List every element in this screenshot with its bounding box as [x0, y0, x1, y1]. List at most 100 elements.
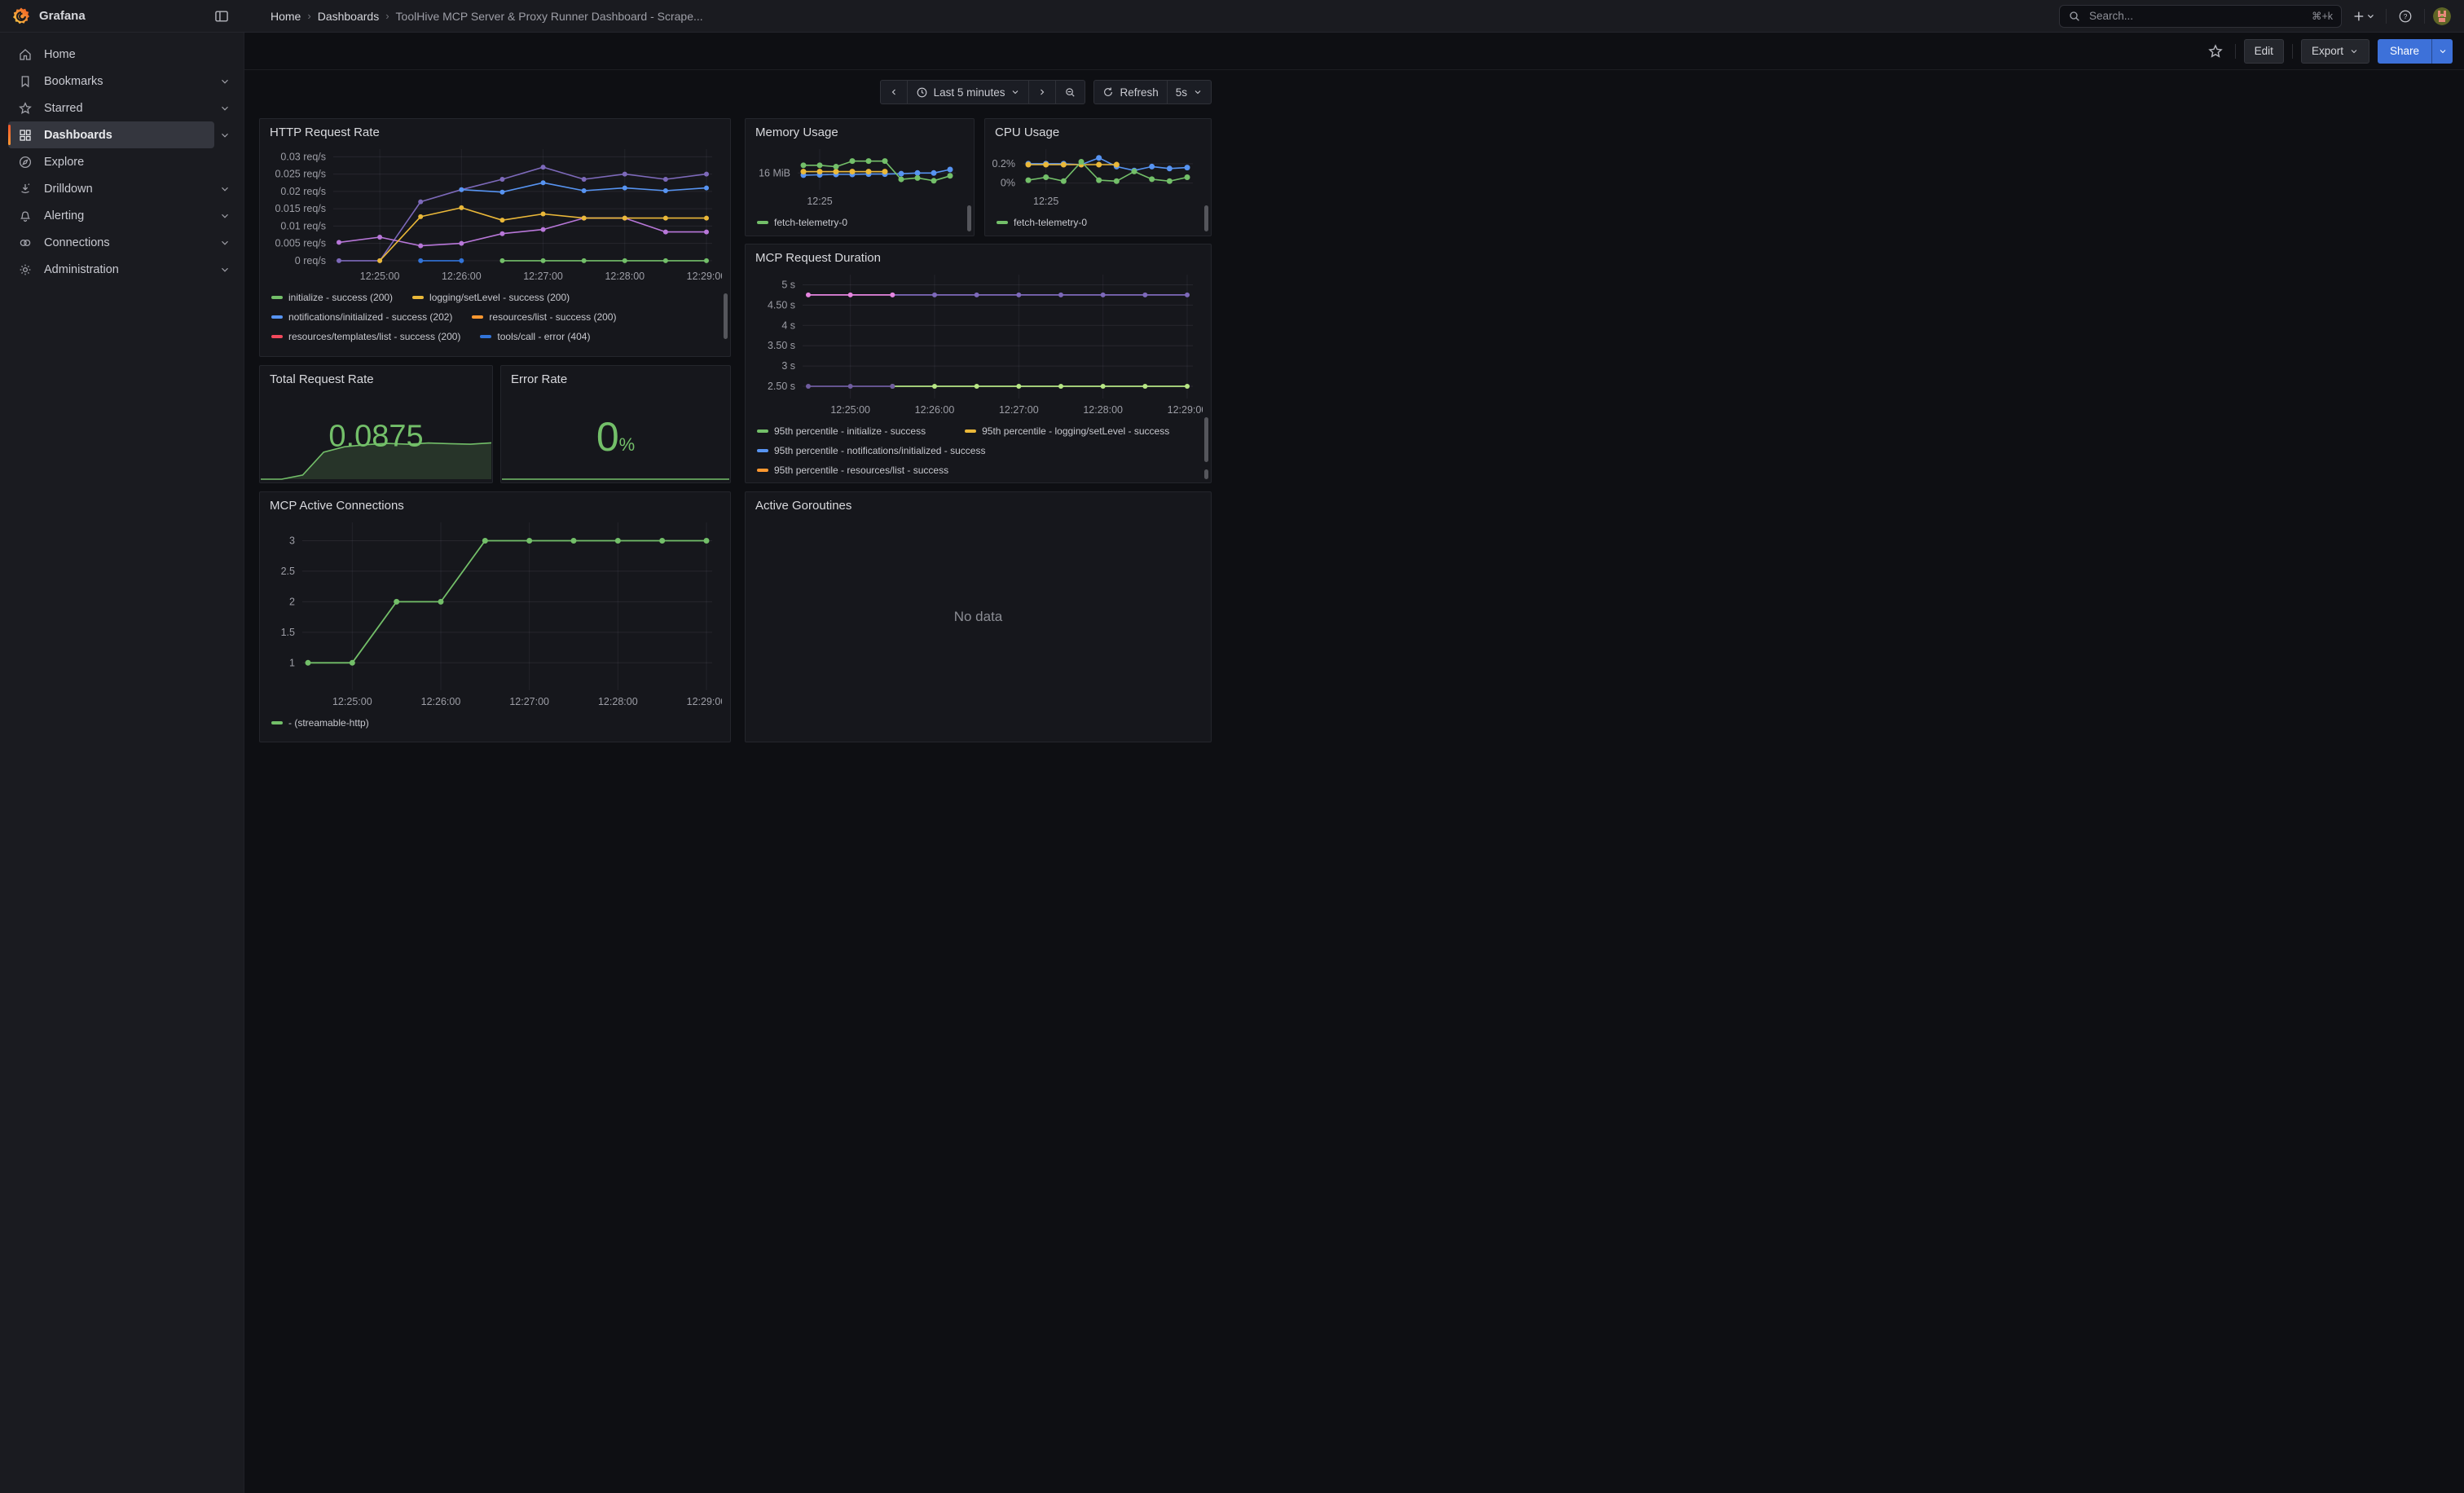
chart-legend: - (streamable-http)	[260, 710, 730, 731]
time-forward-button[interactable]	[1028, 80, 1056, 104]
sidebar-item-bookmarks[interactable]: Bookmarks	[8, 68, 214, 95]
chevron-down-icon	[1010, 87, 1020, 97]
sidebar-item-label: Explore	[44, 156, 84, 169]
x-axis-tick-label: 12:25:00	[830, 404, 870, 416]
chevron-down-icon[interactable]	[214, 237, 235, 249]
sidebar-item-dashboards[interactable]: Dashboards	[8, 121, 214, 148]
legend-item[interactable]: initialize - success (200)	[271, 292, 393, 303]
chevron-down-icon[interactable]	[214, 210, 235, 222]
legend-swatch	[757, 221, 768, 224]
time-range-picker[interactable]: Last 5 minutes	[907, 80, 1030, 104]
panel-title[interactable]: HTTP Request Rate	[260, 119, 730, 139]
sidebar-item-label: Alerting	[44, 209, 84, 222]
panel-title[interactable]: Error Rate	[501, 366, 730, 386]
legend-swatch	[271, 315, 283, 319]
chevron-down-icon[interactable]	[214, 264, 235, 275]
legend-swatch	[480, 335, 491, 338]
refresh-icon	[1102, 86, 1114, 98]
breadcrumb-home[interactable]: Home	[271, 10, 301, 23]
x-axis-tick-label: 12:26:00	[442, 271, 482, 282]
legend-item[interactable]: 95th percentile - initialize - success	[757, 425, 926, 437]
y-axis-tick-label: 3	[289, 535, 295, 546]
legend-item[interactable]: tools/call - error (404)	[480, 331, 590, 342]
refresh-button[interactable]: Refresh	[1093, 80, 1167, 104]
panel-title[interactable]: CPU Usage	[985, 119, 1211, 139]
star-icon	[18, 101, 33, 116]
sidebar-item-explore[interactable]: Explore	[8, 148, 214, 175]
chart-plot[interactable]: 0 req/s0.005 req/s0.01 req/s0.015 req/s0…	[265, 141, 722, 284]
panel-title[interactable]: MCP Active Connections	[260, 492, 730, 513]
collapse-sidebar-icon[interactable]	[210, 5, 233, 28]
breadcrumb-dashboards[interactable]: Dashboards	[318, 10, 380, 23]
legend-label: 95th percentile - logging/setLevel - suc…	[982, 425, 1169, 437]
sidebar-item-drilldown[interactable]: Drilldown	[8, 175, 214, 202]
y-axis-tick-label: 5 s	[781, 279, 795, 290]
chevron-down-icon	[2349, 46, 2359, 56]
stat-value: 0.0875	[260, 420, 492, 455]
legend-item[interactable]: - (streamable-http)	[271, 717, 369, 729]
legend-item[interactable]: 95th percentile - notifications/initiali…	[757, 445, 985, 456]
chart-legend: fetch-telemetry-0	[746, 209, 974, 231]
connections-icon	[18, 236, 33, 250]
legend-item[interactable]: resources/templates/list - success (200)	[271, 331, 460, 342]
sidebar-item-alerting[interactable]: Alerting	[8, 202, 214, 229]
dashboard-toolbar: Edit Export Share	[244, 33, 2464, 70]
scrollbar-thumb[interactable]	[1204, 205, 1208, 231]
chart-plot[interactable]: 0.2%0%12:25	[990, 141, 1203, 209]
chart-plot[interactable]: 2.50 s3 s3.50 s4 s4.50 s5 s12:25:0012:26…	[750, 266, 1203, 418]
chart-plot[interactable]: 11.522.5312:25:0012:26:0012:27:0012:28:0…	[265, 514, 722, 710]
top-bar: Grafana Home › Dashboards › ToolHive MCP…	[0, 0, 2464, 33]
panel-error-rate: Error Rate 0%	[500, 365, 731, 483]
search-input[interactable]	[2088, 9, 2305, 23]
scrollbar-thumb[interactable]	[724, 293, 728, 339]
favorite-star-icon[interactable]	[2204, 40, 2227, 63]
legend-item[interactable]: logging/setLevel - success (200)	[412, 292, 570, 303]
panel-title[interactable]: Total Request Rate	[260, 366, 492, 386]
legend-item[interactable]: 95th percentile - resources/list - succe…	[757, 465, 948, 476]
bookmark-icon	[18, 74, 33, 89]
sidebar-item-administration[interactable]: Administration	[8, 256, 214, 283]
share-options-caret[interactable]	[2431, 39, 2453, 64]
legend-item[interactable]: fetch-telemetry-0	[757, 217, 847, 228]
export-button[interactable]: Export	[2301, 39, 2369, 64]
y-axis-tick-label: 3 s	[781, 360, 795, 372]
legend-item[interactable]: resources/list - success (200)	[472, 311, 616, 323]
add-new-button[interactable]	[2350, 7, 2378, 26]
chevron-down-icon[interactable]	[214, 103, 235, 114]
scrollbar-thumb[interactable]	[967, 205, 971, 231]
legend-swatch	[412, 296, 424, 299]
time-back-button[interactable]	[880, 80, 908, 104]
y-axis-tick-label: 1	[289, 657, 295, 668]
legend-label: resources/list - success (200)	[489, 311, 616, 323]
legend-item[interactable]: fetch-telemetry-0	[997, 217, 1087, 228]
chevron-down-icon[interactable]	[214, 183, 235, 195]
grafana-logo-icon[interactable]	[11, 7, 31, 26]
brand-label: Grafana	[39, 9, 210, 23]
legend-label: tools/call - error (404)	[497, 331, 590, 342]
chart-plot[interactable]: 16 MiB12:25	[750, 141, 966, 209]
svg-text:?: ?	[2404, 13, 2408, 20]
sidebar-item-starred[interactable]: Starred	[8, 95, 214, 121]
search-box[interactable]: ⌘+k	[2059, 5, 2342, 28]
user-avatar[interactable]	[2433, 7, 2451, 25]
edit-button[interactable]: Edit	[2244, 39, 2284, 64]
scrollbar-thumb[interactable]	[1204, 469, 1208, 479]
chevron-down-icon[interactable]	[214, 76, 235, 87]
help-icon[interactable]: ?	[2395, 6, 2416, 27]
sidebar-item-home[interactable]: Home	[8, 41, 214, 68]
x-axis-tick-label: 12:25:00	[332, 696, 372, 707]
scrollbar-thumb[interactable]	[1204, 417, 1208, 462]
compass-icon	[18, 155, 33, 170]
panel-title[interactable]: Memory Usage	[746, 119, 974, 139]
panel-title[interactable]: Active Goroutines	[746, 492, 1211, 513]
share-button[interactable]: Share	[2378, 39, 2431, 64]
chevron-down-icon[interactable]	[214, 130, 235, 141]
refresh-interval-picker[interactable]: 5s	[1167, 80, 1212, 104]
zoom-out-time-icon[interactable]	[1055, 80, 1085, 104]
chart-svg: 0 req/s0.005 req/s0.01 req/s0.015 req/s0…	[265, 141, 722, 284]
sidebar-item-connections[interactable]: Connections	[8, 229, 214, 256]
legend-item[interactable]: 95th percentile - logging/setLevel - suc…	[965, 425, 1169, 437]
legend-item[interactable]: notifications/initialized - success (202…	[271, 311, 452, 323]
panel-title[interactable]: MCP Request Duration	[746, 244, 1211, 265]
y-axis-tick-label: 0.02 req/s	[280, 186, 326, 197]
